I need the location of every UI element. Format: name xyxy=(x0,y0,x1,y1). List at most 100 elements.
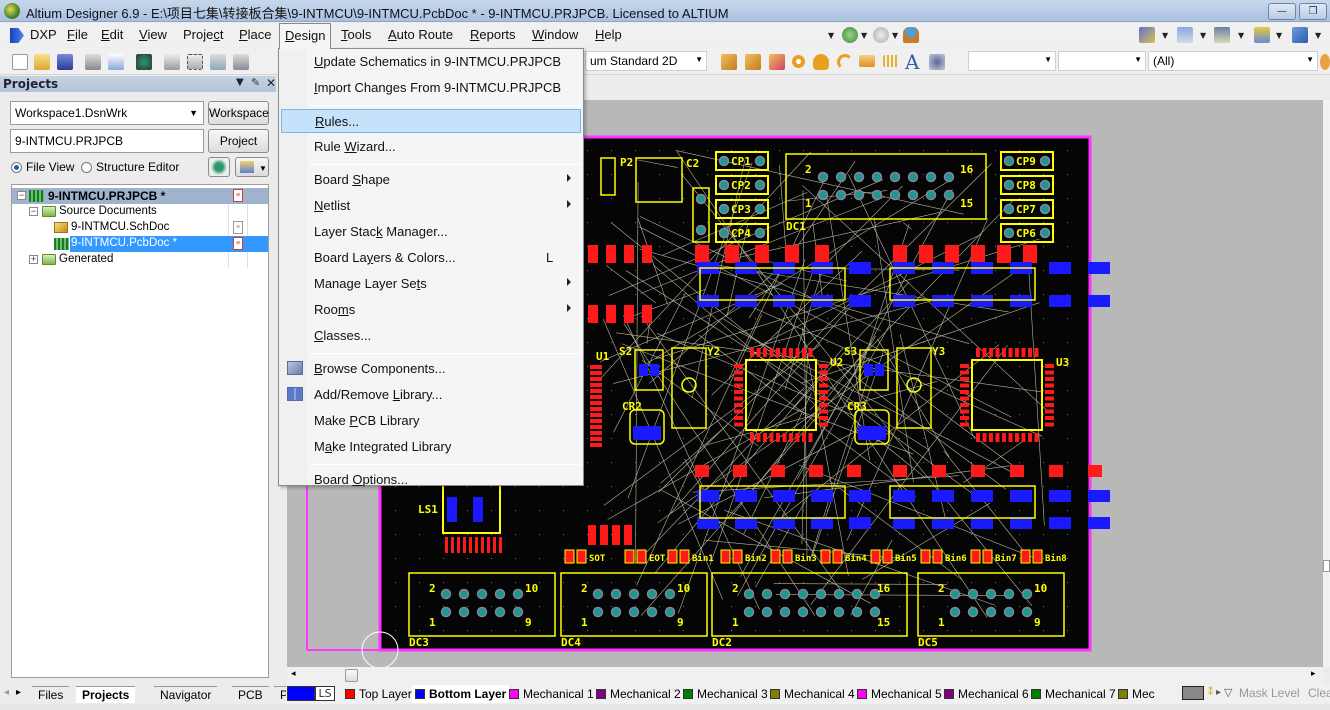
edit-select-dropdown-icon[interactable]: ▼ xyxy=(1162,31,1168,40)
tree-item-pcbdoc[interactable]: 9-INTMCU.PcbDoc * ≡ xyxy=(12,236,268,252)
horizontal-scrollbar[interactable]: ◂ ▸ xyxy=(287,667,1323,684)
menu-item-board-layers-colors[interactable]: Board Layers & Colors... L xyxy=(281,246,581,270)
panel-tab-files[interactable]: Files xyxy=(32,686,70,703)
place-pad-icon[interactable] xyxy=(792,55,805,68)
menu-help[interactable]: Help xyxy=(595,27,622,42)
workspace-button[interactable]: Workspace xyxy=(208,101,269,125)
tree-item-generated[interactable]: + Generated xyxy=(12,252,268,268)
place-component-icon[interactable] xyxy=(929,54,945,70)
menu-edit[interactable]: Edit xyxy=(101,27,123,42)
forward-dropdown-icon[interactable]: ▼ xyxy=(892,31,898,40)
filter-icon[interactable]: ▽ xyxy=(1224,686,1232,699)
menu-item-rule-wizard[interactable]: Rule Wizard... xyxy=(281,135,581,159)
filter-combo[interactable]: (All) ▼ xyxy=(1148,51,1318,71)
menu-file[interactable]: File xyxy=(67,27,88,42)
menu-tools[interactable]: Tools xyxy=(341,27,371,42)
new-document-icon[interactable] xyxy=(12,54,28,70)
multi-route-icon[interactable] xyxy=(769,54,785,70)
save-icon[interactable] xyxy=(57,54,73,70)
horizontal-scroll-thumb[interactable] xyxy=(345,669,358,682)
measure-icon[interactable] xyxy=(1254,27,1270,43)
zoom-area-icon[interactable] xyxy=(187,54,203,70)
tree-item-project[interactable]: − 9-INTMCU.PRJPCB * ≡ xyxy=(12,188,268,204)
menu-item-board-shape[interactable]: Board Shape xyxy=(281,168,581,192)
layer-set-button[interactable]: LS xyxy=(315,686,335,701)
vertical-scroll-thumb[interactable] xyxy=(1323,560,1330,572)
layer-tab-top-layer[interactable]: Top Layer xyxy=(342,685,415,703)
scroll-left-icon[interactable]: ◂ xyxy=(291,669,296,679)
print-preview-icon[interactable] xyxy=(108,54,124,70)
back-icon[interactable] xyxy=(842,27,858,43)
current-layer-color-swatch[interactable] xyxy=(287,686,315,701)
menu-window[interactable]: Window xyxy=(532,27,578,42)
pin-icon[interactable]: ✎ xyxy=(251,76,260,89)
differential-pair-route-icon[interactable] xyxy=(745,54,761,70)
collapse-icon[interactable]: − xyxy=(29,207,38,216)
back-dropdown-icon[interactable]: ▼ xyxy=(861,31,867,40)
restore-button[interactable]: ❐ xyxy=(1299,3,1327,20)
project-options-icon[interactable]: ▼ xyxy=(235,157,269,177)
forward-icon[interactable] xyxy=(873,27,889,43)
compile-icon[interactable] xyxy=(208,157,230,177)
zoom-filter-icon[interactable] xyxy=(233,54,249,70)
layer-tab-mechanical-6[interactable]: Mechanical 6 xyxy=(941,685,1032,703)
menu-item-browse-components[interactable]: Browse Components... xyxy=(281,357,581,381)
menu-view[interactable]: View xyxy=(139,27,167,42)
3d-board-icon[interactable] xyxy=(136,54,152,70)
zoom-selected-icon[interactable] xyxy=(210,54,226,70)
menu-item-netlist[interactable]: Netlist xyxy=(281,194,581,218)
edit-select-icon[interactable] xyxy=(1139,27,1155,43)
menu-item-rules[interactable]: Rules... xyxy=(281,109,581,133)
print-icon[interactable] xyxy=(85,54,101,70)
panel-tab-navigator[interactable]: Navigator xyxy=(154,686,218,703)
menu-auto-route[interactable]: Auto Route xyxy=(388,27,453,42)
layer-tab-bottom-layer[interactable]: Bottom Layer xyxy=(412,685,510,703)
menu-reports[interactable]: Reports xyxy=(470,27,516,42)
layer-tab-mec[interactable]: Mec xyxy=(1115,685,1158,703)
panel-tab-pcb[interactable]: PCB xyxy=(232,686,269,703)
menu-item-layer-stack-manager[interactable]: Layer Stack Manager... xyxy=(281,220,581,244)
place-arc-icon[interactable] xyxy=(837,54,853,70)
zoom-lens-icon[interactable] xyxy=(1320,54,1330,70)
room-icon[interactable] xyxy=(1292,27,1308,43)
open-folder-icon[interactable] xyxy=(34,54,50,70)
workspace-combo[interactable]: Workspace1.DsnWrk ▼ xyxy=(10,101,204,125)
zoom-fit-icon[interactable] xyxy=(164,54,180,70)
project-button[interactable]: Project xyxy=(208,129,269,153)
menu-item-classes[interactable]: Classes... xyxy=(281,324,581,348)
close-panel-icon[interactable]: ✕ xyxy=(266,76,276,90)
expand-icon[interactable]: + xyxy=(29,255,38,264)
project-field[interactable]: 9-INTMCU.PRJPCB xyxy=(10,129,204,153)
place-via-icon[interactable] xyxy=(813,54,829,70)
menu-place[interactable]: Place xyxy=(239,27,272,42)
interactive-route-icon[interactable] xyxy=(721,54,737,70)
layer-scroll-arrows-icon[interactable] xyxy=(1182,686,1204,700)
minimize-button[interactable]: — xyxy=(1268,3,1296,20)
layer-tab-mechanical-5[interactable]: Mechanical 5 xyxy=(854,685,945,703)
menu-item-manage-layer-sets[interactable]: Manage Layer Sets xyxy=(281,272,581,296)
menu-dxp[interactable]: DXP xyxy=(30,27,57,42)
layer-tab-mechanical-1[interactable]: Mechanical 1 xyxy=(506,685,597,703)
collapse-icon[interactable]: − xyxy=(17,191,26,200)
measure-dropdown-icon[interactable]: ▼ xyxy=(1276,31,1282,40)
view-configuration-combo[interactable]: um Standard 2D ▼ xyxy=(585,51,707,71)
find-similar-icon[interactable] xyxy=(1214,27,1230,43)
file-view-radio[interactable] xyxy=(11,162,22,173)
net-combo[interactable]: ▼ xyxy=(1058,51,1146,71)
path-dropdown-arrow-icon[interactable]: ▼ xyxy=(828,31,834,40)
mask-level-button[interactable]: Mask Level xyxy=(1239,686,1300,700)
net-class-combo[interactable]: ▼ xyxy=(968,51,1056,71)
menu-item-make-pcb-library[interactable]: Make PCB Library xyxy=(281,409,581,433)
align-icon[interactable] xyxy=(1177,27,1193,43)
menu-item-update-schematics-in-9-intmcu-prjpcb[interactable]: Update Schematics in 9-INTMCU.PRJPCB xyxy=(281,50,581,74)
tab-scroll-left-icon[interactable]: ◂ xyxy=(4,687,9,698)
menu-item-board-options[interactable]: Board Options... xyxy=(281,468,581,492)
scroll-right-icon[interactable]: ▸ xyxy=(1311,669,1316,679)
place-fill-icon[interactable] xyxy=(859,55,875,67)
menu-item-make-integrated-library[interactable]: Make Integrated Library xyxy=(281,435,581,459)
tab-scroll-right-icon[interactable]: ▸ xyxy=(16,687,21,698)
panel-menu-icon[interactable]: ▼ xyxy=(236,77,244,88)
snap-toggle-icon[interactable]: ⁑ xyxy=(1208,687,1213,698)
panel-tab-projects[interactable]: Projects xyxy=(76,686,136,703)
mask-arrow-icon[interactable]: ▸ xyxy=(1216,687,1221,698)
